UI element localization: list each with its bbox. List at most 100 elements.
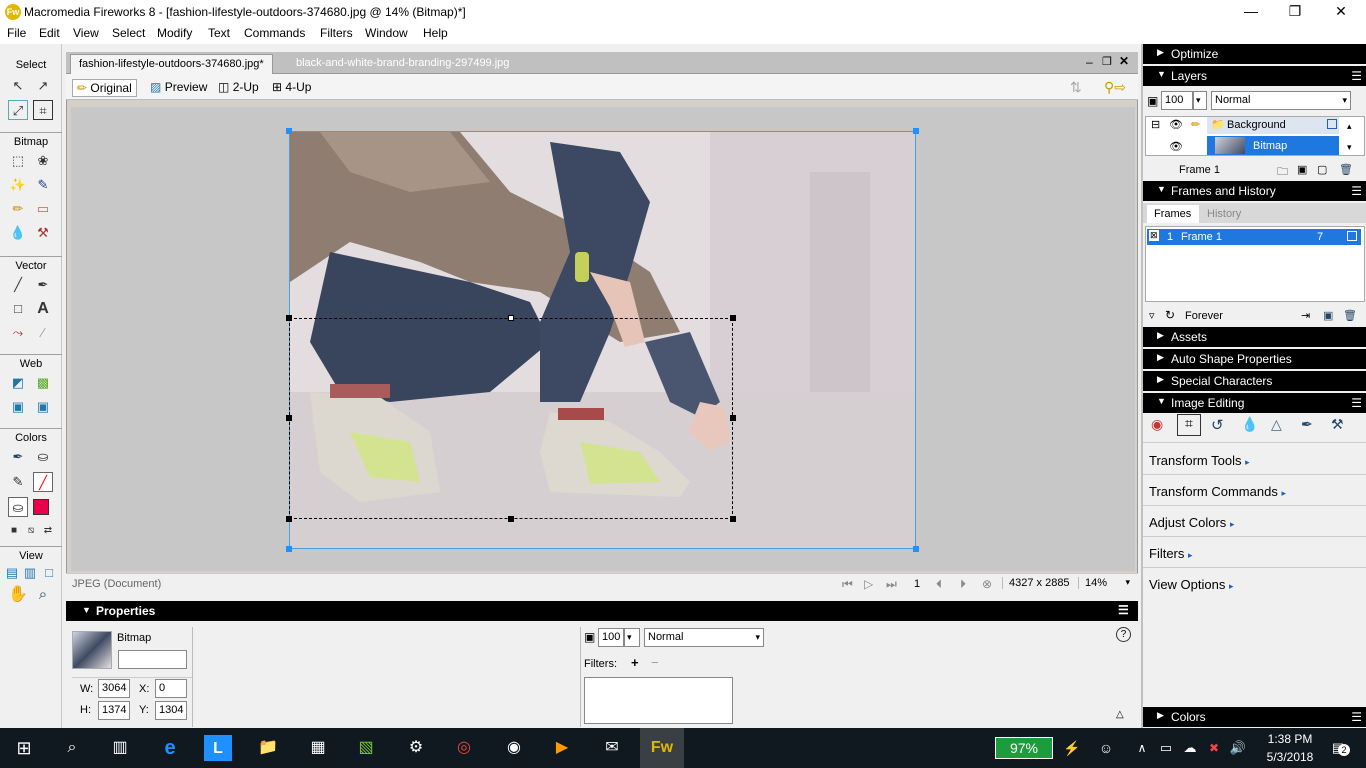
fireworks-taskbar-icon[interactable]: Fw: [640, 728, 684, 768]
assets-panel-header[interactable]: ▶ Assets: [1143, 327, 1366, 347]
selection-handle[interactable]: [508, 516, 514, 522]
canvas-handle[interactable]: [286, 546, 292, 552]
chrome-icon[interactable]: ◎: [448, 734, 480, 762]
quick-export-icon[interactable]: ⇅: [1070, 79, 1082, 97]
lync-app-icon[interactable]: L: [204, 735, 232, 761]
minimize-button[interactable]: —: [1228, 0, 1274, 24]
frames-history-header[interactable]: ▼ Frames and History ☰: [1143, 181, 1366, 201]
panel-options-icon[interactable]: ☰: [1351, 69, 1362, 83]
filters-list[interactable]: [584, 677, 733, 724]
power-plug-icon[interactable]: ⚡: [1056, 734, 1088, 762]
new-layer-icon[interactable]: ▢: [1317, 163, 1327, 176]
marquee-tool-icon[interactable]: ⬚: [8, 151, 28, 171]
calculator-icon[interactable]: ▦: [302, 734, 334, 762]
doc-restore-icon[interactable]: ❐: [1102, 55, 1112, 68]
paint-bucket-icon[interactable]: ⛀: [33, 447, 53, 467]
brush-tool-icon[interactable]: ✎: [33, 175, 53, 195]
layers-panel-header[interactable]: ▼ Layers ☰: [1143, 66, 1366, 86]
crop-tool-icon[interactable]: ⌗: [33, 100, 53, 120]
transform-tools-menu[interactable]: Transform Tools ▸: [1149, 453, 1250, 468]
full-screen-mode-icon[interactable]: □: [39, 563, 59, 583]
delete-frame-icon[interactable]: 🗑: [1343, 309, 1357, 322]
close-button[interactable]: ✕: [1318, 0, 1364, 24]
text-tool-icon[interactable]: A: [33, 299, 53, 319]
last-frame-icon[interactable]: ⏭: [886, 577, 897, 592]
loop-value[interactable]: Forever: [1185, 310, 1223, 322]
width-field[interactable]: 3064: [98, 679, 130, 698]
menu-edit[interactable]: Edit: [39, 26, 60, 40]
new-frame-icon[interactable]: ▣: [1323, 309, 1333, 322]
hand-tool-icon[interactable]: ✋: [8, 585, 28, 605]
freeform-tool-icon[interactable]: ⤳: [8, 323, 28, 343]
add-mask-icon[interactable]: ▣: [1297, 163, 1307, 176]
media-player-icon[interactable]: ◉: [498, 734, 530, 762]
settings-gear-icon[interactable]: ⚙: [400, 734, 432, 762]
selection-handle[interactable]: [286, 415, 292, 421]
adjust-icon[interactable]: ⚒: [1331, 416, 1344, 433]
mail-icon[interactable]: ✉: [596, 734, 628, 762]
menu-filters[interactable]: Filters: [320, 26, 353, 40]
scroll-down-icon[interactable]: ▾: [1347, 142, 1352, 153]
pointer-tool-icon[interactable]: ↖: [8, 76, 28, 96]
eye-icon[interactable]: 👁: [1169, 140, 1183, 153]
frame-row[interactable]: ⊠ 1 Frame 1 7: [1147, 229, 1361, 245]
search-icon[interactable]: ⌕: [56, 734, 88, 762]
onion-skin-icon[interactable]: ▿: [1149, 309, 1155, 322]
eraser-tool-icon[interactable]: ▭: [33, 199, 53, 219]
edge-browser-icon[interactable]: e: [154, 734, 186, 762]
tab-branding-document[interactable]: black-and-white-brand-branding-297499.jp…: [288, 54, 517, 74]
file-explorer-icon[interactable]: 📁: [252, 734, 284, 762]
selection-handle[interactable]: [286, 315, 292, 321]
image-editing-header[interactable]: ▼ Image Editing ☰: [1143, 393, 1366, 413]
export-options-icon[interactable]: ⚲⇨: [1104, 79, 1126, 97]
menu-select[interactable]: Select: [112, 26, 145, 40]
zoom-tool-icon[interactable]: ⌕: [33, 585, 53, 605]
blur-tool-icon[interactable]: 💧: [8, 223, 28, 243]
swap-colors-icon[interactable]: ⇄: [38, 521, 58, 541]
zoom-level-select[interactable]: 14% ▾: [1078, 577, 1132, 589]
menu-commands[interactable]: Commands: [244, 26, 305, 40]
panel-options-icon[interactable]: ☰: [1351, 396, 1362, 410]
image-dimensions[interactable]: 4327 x 2885: [1002, 577, 1070, 589]
hide-hotspots-icon[interactable]: ▣: [8, 397, 28, 417]
line-tool-icon[interactable]: ╱: [8, 275, 28, 295]
canvas-handle[interactable]: [286, 128, 292, 134]
show-hotspots-icon[interactable]: ▣: [33, 397, 53, 417]
layer-blend-select[interactable]: Normal ▾: [1211, 91, 1351, 110]
trash-icon[interactable]: 🗑: [1339, 163, 1353, 176]
next-frame-icon[interactable]: ⏵: [960, 577, 966, 592]
selection-handle[interactable]: [730, 516, 736, 522]
play-icon[interactable]: ▷: [864, 577, 873, 591]
slice-tool-icon[interactable]: ▩: [33, 373, 53, 393]
auto-shape-panel-header[interactable]: ▶ Auto Shape Properties: [1143, 349, 1366, 369]
collapse-arrow-icon[interactable]: △: [1116, 709, 1124, 720]
project-app-icon[interactable]: ▧: [350, 734, 382, 762]
rotate-icon[interactable]: ↺: [1211, 416, 1224, 434]
rectangle-tool-icon[interactable]: □: [8, 299, 28, 319]
scale-tool-icon[interactable]: ⤢: [8, 100, 28, 120]
selection-handle[interactable]: [730, 415, 736, 421]
x-field[interactable]: 0: [155, 679, 187, 698]
expand-layer-icon[interactable]: ⊟: [1151, 118, 1160, 131]
layer-selection-icon[interactable]: [1327, 119, 1337, 129]
canvas-handle[interactable]: [913, 128, 919, 134]
doc-close-icon[interactable]: ✕: [1119, 54, 1129, 68]
distribute-icon[interactable]: ⇥: [1301, 309, 1310, 322]
stop-icon[interactable]: ⊗: [982, 577, 992, 591]
selection-handle[interactable]: [508, 315, 514, 321]
battery-indicator[interactable]: 97%: [995, 737, 1053, 759]
blur-icon[interactable]: 💧: [1241, 416, 1258, 433]
menu-modify[interactable]: Modify: [157, 26, 192, 40]
add-filter-icon[interactable]: +: [631, 655, 639, 670]
panel-options-icon[interactable]: ☰: [1351, 184, 1362, 198]
menu-help[interactable]: Help: [423, 26, 448, 40]
sharpen-icon[interactable]: △: [1271, 416, 1282, 433]
subselection-tool-icon[interactable]: ↗: [33, 76, 53, 96]
menu-view[interactable]: View: [73, 26, 99, 40]
selection-handle[interactable]: [286, 516, 292, 522]
knife-tool-icon[interactable]: ∕: [33, 323, 53, 343]
properties-header[interactable]: ▼ Properties ☰: [66, 601, 1138, 621]
view-original-button[interactable]: ✏ Original: [72, 79, 137, 97]
pen-tool-icon[interactable]: ✒: [33, 275, 53, 295]
selection-marquee[interactable]: [289, 318, 733, 519]
